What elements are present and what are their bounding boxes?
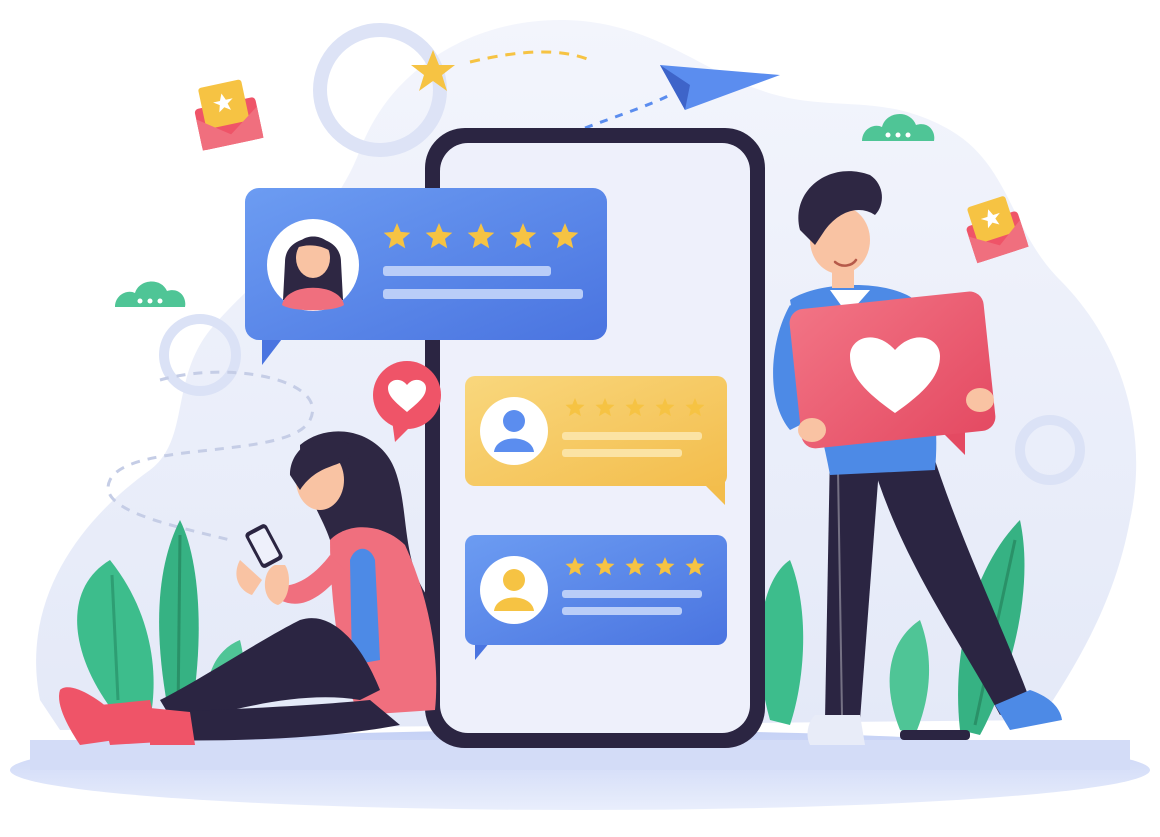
- review-card-bottom: [465, 535, 727, 660]
- envelope-star-icon: [194, 79, 264, 151]
- woman-avatar-icon: [282, 236, 344, 311]
- floor-step: [900, 730, 970, 740]
- reviews-illustration: [0, 0, 1160, 837]
- chat-cloud-icon: [115, 281, 186, 307]
- review-card-top: [245, 188, 607, 365]
- review-card-middle: [465, 376, 727, 505]
